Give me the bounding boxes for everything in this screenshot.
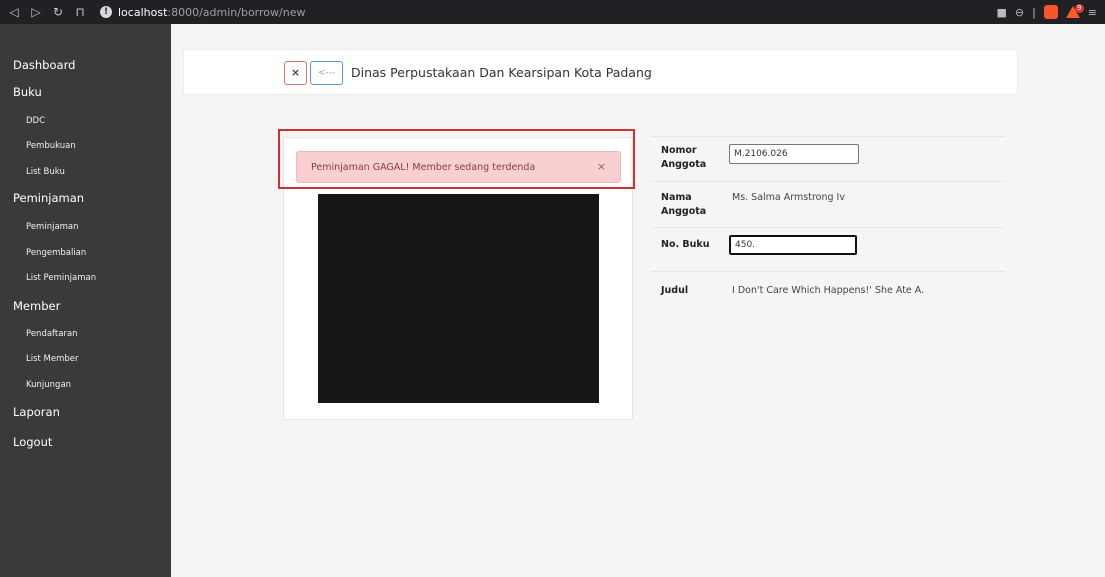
rewards-badge: 9 [1074, 4, 1084, 13]
judul-label: Judul [661, 285, 689, 296]
sidebar-item-peminjaman-sub[interactable]: Peminjaman [26, 222, 79, 232]
bookmark-icon[interactable]: ⊓ [72, 5, 88, 19]
camera-preview [318, 194, 599, 403]
browser-toolbar: ◁ ▷ ↻ ⊓ ! localhost:8000/admin/borrow/ne… [0, 0, 1105, 24]
nomor-anggota-input[interactable] [729, 144, 859, 164]
form-divider [653, 271, 1003, 272]
judul-value: I Don't Care Which Happens!' She Ate A. [732, 285, 925, 296]
sidebar-item-list-buku[interactable]: List Buku [26, 167, 65, 177]
brave-shield-icon[interactable] [1043, 5, 1058, 19]
sidebar-top [0, 24, 171, 35]
nama-anggota-value: Ms. Salma Armstrong Iv [732, 192, 845, 203]
page-title: Dinas Perpustakaan Dan Kearsipan Kota Pa… [351, 65, 652, 80]
form-divider [653, 181, 1003, 182]
sidebar-item-logout[interactable]: Logout [13, 435, 52, 449]
brave-rewards-icon[interactable]: 9 [1065, 4, 1084, 18]
sidebar-item-pengembalian[interactable]: Pengembalian [26, 248, 86, 258]
site-info-icon[interactable]: ! [100, 6, 112, 18]
camera-icon[interactable]: ■ [996, 6, 1006, 19]
zoom-icon[interactable]: ⊖ [1015, 6, 1024, 19]
url-host: localhost [118, 5, 168, 19]
address-bar[interactable]: localhost:8000/admin/borrow/new [118, 6, 305, 19]
no-buku-input[interactable] [729, 235, 857, 255]
back-icon[interactable]: ◁ [6, 5, 22, 19]
sidebar-item-kunjungan[interactable]: Kunjungan [26, 380, 71, 390]
sidebar-item-list-member[interactable]: List Member [26, 354, 79, 364]
form-divider [653, 227, 1003, 228]
form-divider [653, 136, 1003, 137]
menu-icon[interactable]: ≡ [1088, 6, 1097, 19]
sidebar-item-pendaftaran[interactable]: Pendaftaran [26, 329, 78, 339]
divider: | [1032, 5, 1036, 19]
nomor-anggota-label: Nomor Anggota [661, 145, 707, 170]
sidebar-item-pembukuan[interactable]: Pembukuan [26, 141, 76, 151]
no-buku-label: No. Buku [661, 239, 710, 250]
page-header: × <--- Dinas Perpustakaan Dan Kearsipan … [183, 49, 1018, 95]
nama-anggota-label: Nama Anggota [661, 192, 707, 217]
sidebar-item-buku[interactable]: Buku [13, 85, 42, 99]
forward-icon[interactable]: ▷ [28, 5, 44, 19]
sidebar-item-laporan[interactable]: Laporan [13, 405, 60, 419]
reload-icon[interactable]: ↻ [50, 5, 66, 19]
alert-highlight-box [278, 129, 635, 189]
sidebar-item-list-peminjaman[interactable]: List Peminjaman [26, 273, 96, 283]
sidebar-item-member[interactable]: Member [13, 299, 60, 313]
back-button[interactable]: <--- [310, 61, 343, 85]
sidebar: Dashboard Buku DDC Pembukuan List Buku P… [0, 35, 171, 577]
sidebar-item-peminjaman[interactable]: Peminjaman [13, 191, 84, 205]
close-button[interactable]: × [284, 61, 307, 85]
sidebar-item-ddc[interactable]: DDC [26, 116, 45, 126]
sidebar-item-dashboard[interactable]: Dashboard [13, 58, 75, 72]
url-path: :8000/admin/borrow/new [167, 5, 306, 19]
